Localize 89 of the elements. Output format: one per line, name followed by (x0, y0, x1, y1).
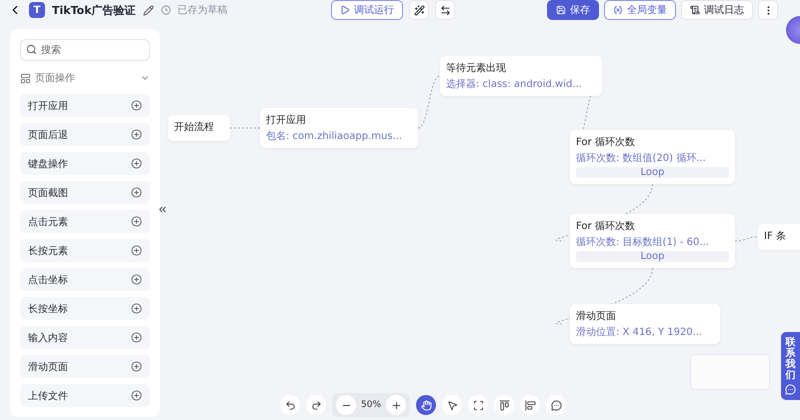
node-detail: 滑动位置: X 416, Y 1920... (576, 326, 704, 339)
search-field[interactable]: 搜索 (20, 39, 150, 61)
section-title: 页面操作 (35, 72, 76, 85)
comment-button[interactable] (546, 395, 566, 415)
add-icon[interactable] (131, 332, 142, 343)
save-icon (556, 5, 566, 15)
node-detail: 循环次数: 数组值(20) 循环... (576, 152, 707, 165)
contact-tab[interactable]: 联系我们 (781, 332, 800, 400)
add-icon[interactable] (131, 100, 142, 111)
action-item[interactable]: 输入内容 (20, 326, 150, 349)
flow-node[interactable]: 开始流程 (168, 115, 230, 141)
action-item[interactable]: 页面截图 (20, 181, 150, 204)
save-button[interactable]: 保存 (547, 0, 599, 20)
redo-button[interactable] (306, 395, 326, 415)
add-icon[interactable] (131, 361, 142, 372)
log-icon (690, 5, 700, 15)
connector-line (418, 76, 440, 128)
node-title: 打开应用 (266, 114, 307, 127)
node-detail: 包名: com.zhiliaoapp.mus... (266, 130, 404, 143)
node-title: 开始流程 (174, 120, 215, 134)
variable-icon (613, 5, 623, 15)
zoom-level: 50% (361, 400, 382, 410)
global-variables-button[interactable]: 全局变量 (604, 0, 676, 20)
hand-tool-button[interactable] (416, 395, 436, 415)
debug-log-button[interactable]: 调试日志 (681, 0, 753, 20)
action-item[interactable]: 点击元素 (20, 210, 150, 233)
add-icon[interactable] (131, 216, 142, 227)
edit-icon[interactable] (142, 4, 154, 16)
chat-icon (785, 384, 796, 395)
node-title: 等待元素出现 (446, 62, 507, 75)
action-item[interactable]: 长按坐标 (20, 297, 150, 320)
node-detail: 选择器: class: android.wid... (446, 78, 583, 91)
flow-node[interactable]: 等待元素出现 选择器: class: android.wid... (440, 56, 602, 96)
add-icon[interactable] (131, 390, 142, 401)
fit-view-icon (472, 400, 484, 410)
add-icon[interactable] (131, 187, 142, 198)
node-title: 滑动页面 (576, 310, 617, 323)
loop-tag: Loop (576, 167, 729, 178)
action-item[interactable]: 上传文件 (20, 384, 150, 407)
magic-wand-button[interactable] (409, 0, 429, 20)
loop-tag: Loop (576, 251, 729, 262)
align-left-button[interactable] (520, 395, 540, 415)
flow-node[interactable]: 打开应用 包名: com.zhiliaoapp.mus... (260, 108, 418, 148)
plus-icon (390, 400, 402, 410)
add-icon[interactable] (131, 274, 142, 285)
align-top-button[interactable] (494, 395, 514, 415)
add-icon[interactable] (131, 158, 142, 169)
action-item[interactable]: 点击坐标 (20, 268, 150, 291)
redo-icon (310, 400, 322, 410)
search-icon (26, 44, 37, 55)
undo-button[interactable] (280, 395, 300, 415)
wand-icon (414, 4, 424, 16)
flow-node[interactable]: For 循环次数 循环次数: 数组值(20) 循环... Loop (570, 130, 735, 184)
action-item[interactable]: 滑动页面 (20, 355, 150, 378)
section-icon (20, 72, 31, 84)
add-icon[interactable] (131, 245, 142, 256)
flow-node[interactable]: 滑动页面 滑动位置: X 416, Y 1920... (570, 304, 720, 344)
action-item[interactable]: 页面后退 (20, 123, 150, 146)
align-top-icon (498, 400, 510, 410)
app-logo: T (29, 2, 45, 18)
node-title: For 循环次数 (576, 136, 636, 149)
action-item[interactable]: 长按元素 (20, 239, 150, 262)
flow-node[interactable]: For 循环次数 循环次数: 目标数组(1) - 60... Loop (570, 214, 735, 268)
double-chevron-icon (156, 204, 168, 214)
play-icon (340, 5, 350, 15)
add-icon[interactable] (131, 303, 142, 314)
more-button[interactable] (758, 0, 778, 20)
comment-icon (550, 400, 562, 410)
pointer-tool-button[interactable] (442, 395, 462, 415)
add-icon[interactable] (131, 129, 142, 140)
zoom-in-button[interactable] (386, 395, 406, 415)
node-title: For 循环次数 (576, 220, 636, 233)
flow-title: TikTok广告验证 (52, 2, 136, 18)
node-title: IF 条 (764, 230, 787, 243)
align-left-icon (524, 400, 536, 410)
flow-node[interactable]: IF 条 (758, 224, 800, 250)
pointer-icon (446, 400, 458, 410)
hand-icon (420, 400, 432, 410)
connector-line (734, 236, 758, 242)
save-status: 已存为草稿 (178, 4, 228, 17)
action-item[interactable]: 键盘操作 (20, 152, 150, 175)
swap-button[interactable] (435, 0, 455, 20)
debug-run-button[interactable]: 调试运行 (331, 0, 403, 20)
action-item[interactable]: 打开应用 (20, 94, 150, 117)
fit-view-button[interactable] (468, 395, 488, 415)
swap-icon (440, 4, 450, 16)
undo-icon (284, 400, 296, 410)
node-detail: 循环次数: 目标数组(1) - 60... (576, 236, 710, 249)
clock-icon (160, 5, 171, 15)
